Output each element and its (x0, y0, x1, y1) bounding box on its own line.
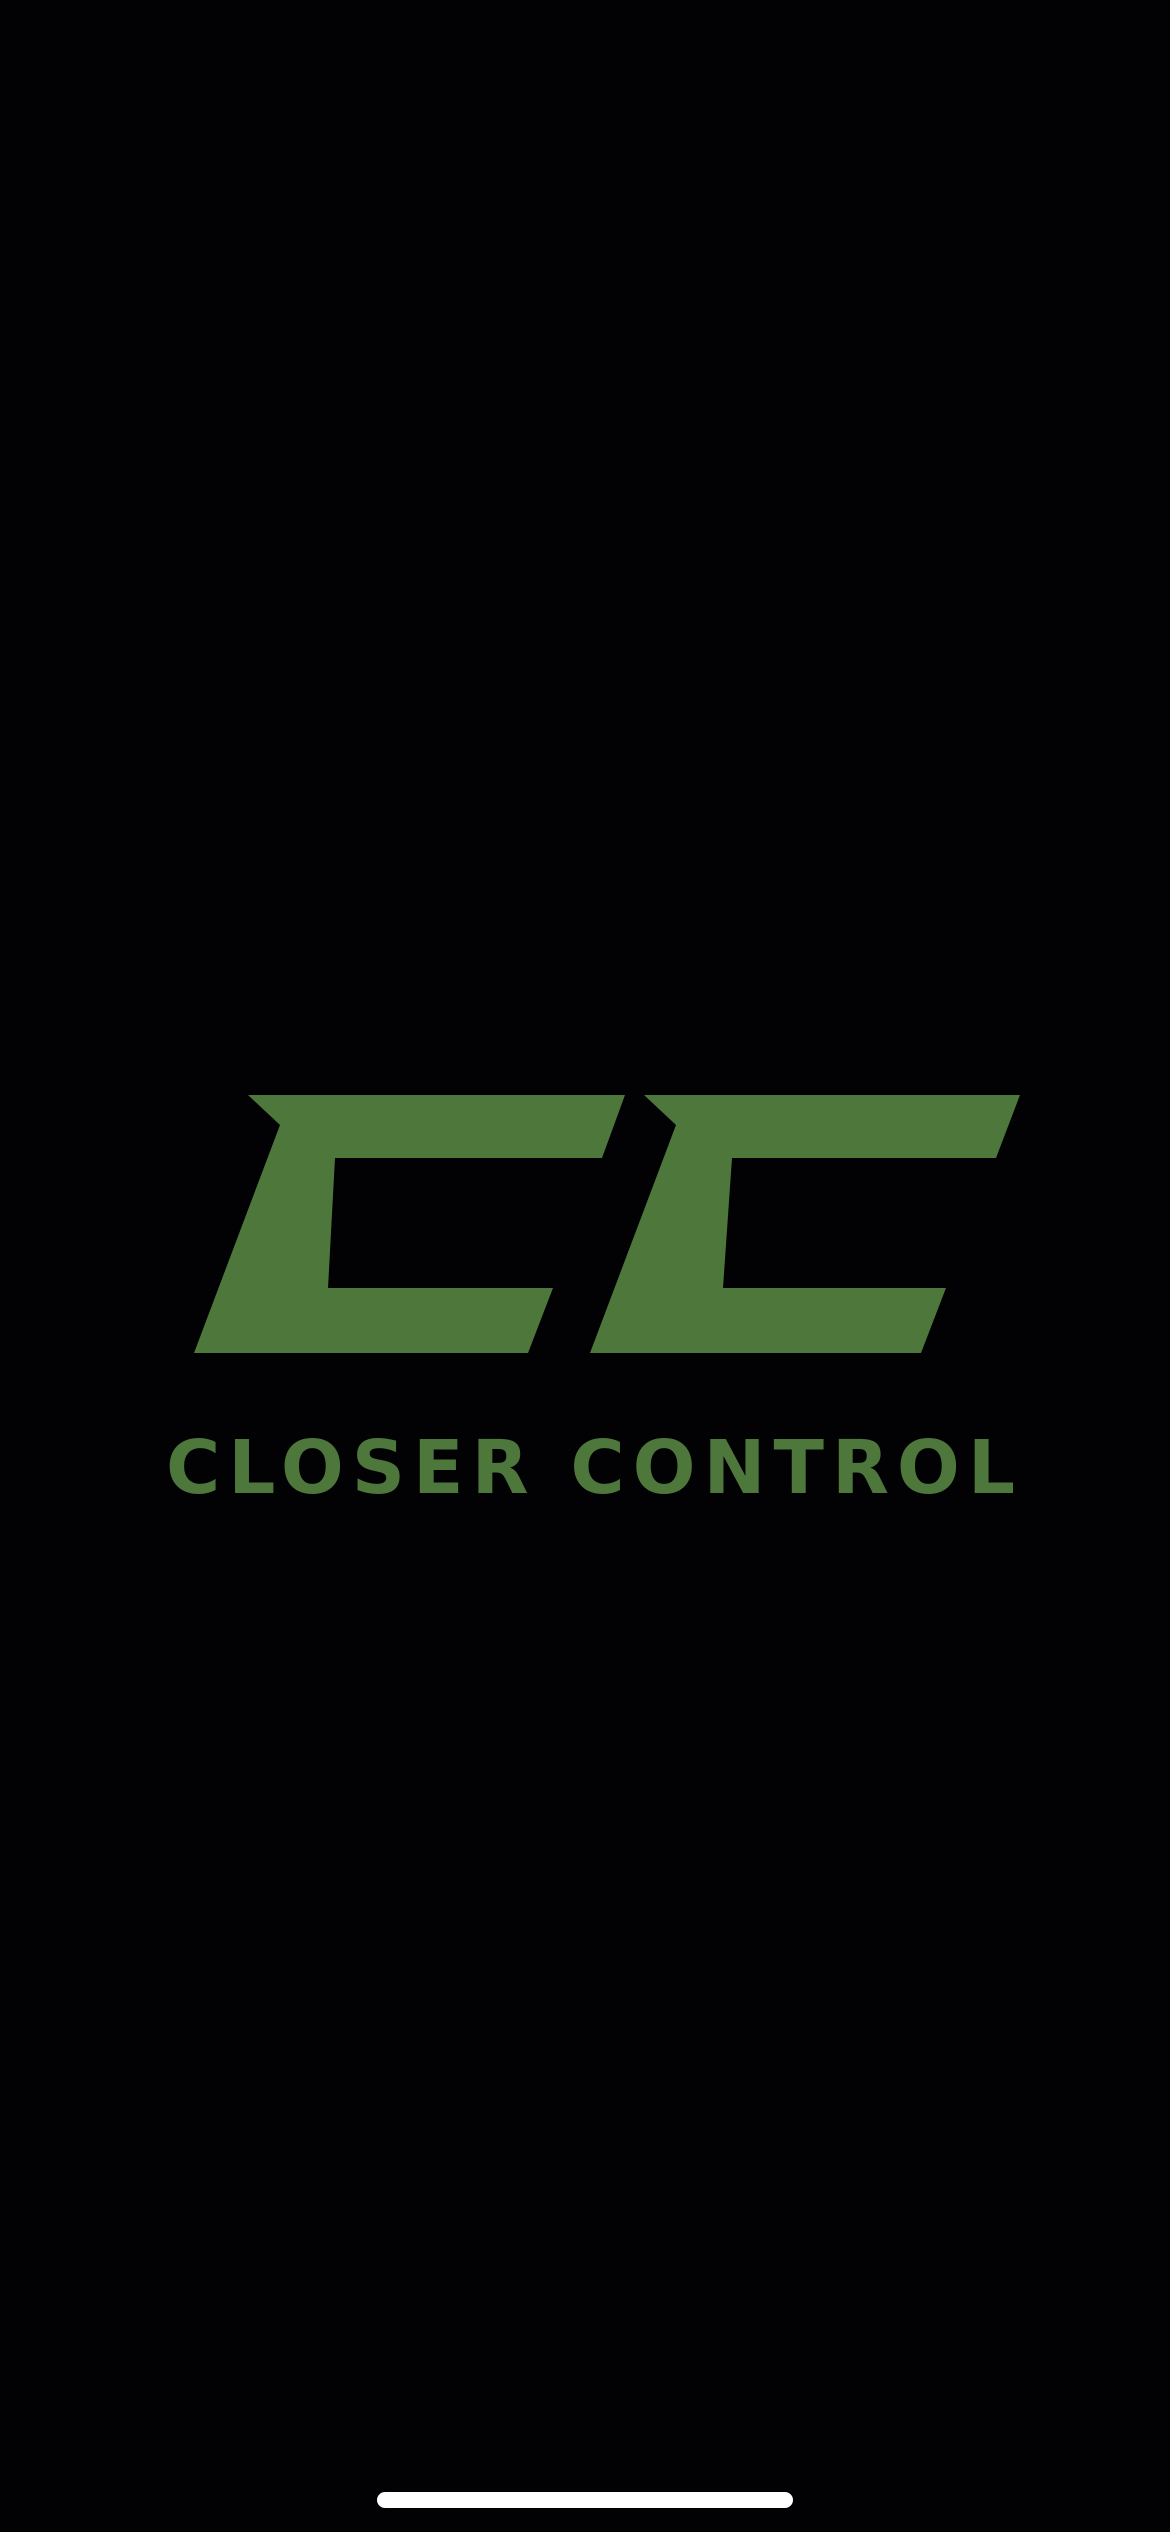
logo-letter-c-right (590, 1095, 1020, 1353)
logo-letter-c-left (194, 1095, 625, 1353)
brand-wordmark: CLOSER CONTROL (166, 1425, 1023, 1511)
home-indicator[interactable] (377, 2492, 793, 2508)
cc-logo-mark (194, 1095, 1020, 1353)
splash-screen: CLOSER CONTROL (0, 0, 1170, 2532)
